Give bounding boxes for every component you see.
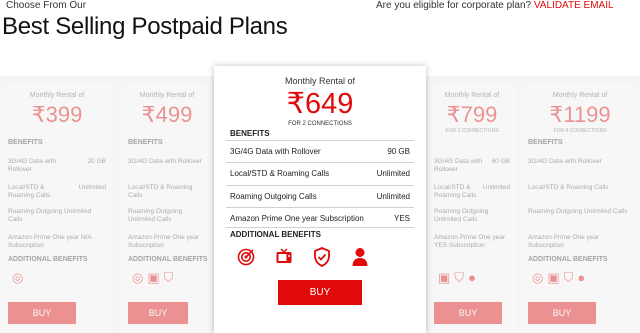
benefit-row-data: 3G/4G Data with Rollover 90 GB <box>230 147 410 156</box>
benefit-row-calls: Local/STD & Roaming Calls <box>128 184 193 199</box>
benefit-row-data: 3G/4G Data with Rollover <box>128 158 202 165</box>
additional-benefits-heading: ADDITIONAL BENEFITS <box>128 256 208 263</box>
plan-card-1199: Monthly Rental of ₹1199 FOR 4 CONNECTION… <box>522 84 638 333</box>
shield-icon: ⛉ <box>163 270 174 285</box>
plan-card-499: Monthly Rental of ₹499 BENEFITS 3G/4G Da… <box>122 84 212 333</box>
benefit-row-prime: Amazon Prime One year YES Subscription <box>434 234 506 249</box>
target-icon: ◎ <box>12 270 24 285</box>
target-icon <box>236 246 256 268</box>
additional-benefit-icons: ◎ <box>12 270 27 286</box>
monthly-rental-label: Monthly Rental of <box>552 92 608 99</box>
benefit-value: 90 GB <box>387 147 410 156</box>
shield-icon: ⛉ <box>563 270 574 285</box>
benefit-row-calls: Local/STD & Roaming Calls Unlimited <box>230 169 410 178</box>
benefit-value: Unlimited <box>78 184 106 191</box>
additional-benefits-heading: ADDITIONAL BENEFITS <box>230 230 321 239</box>
benefit-row-data: 3G/4G Data with Rollover 20 GB <box>8 158 106 174</box>
benefit-row-roaming: Roaming Outgoing Unlimited Calls <box>528 208 628 215</box>
benefit-value: Unlimited <box>376 192 410 201</box>
benefit-label: Amazon Prime One year Subscription <box>230 214 364 223</box>
benefit-row-data: 3G/4G Data with Rollover 60 GB <box>434 158 510 174</box>
benefit-label: 3G/4G Data with Rollover <box>8 158 57 173</box>
buy-button[interactable]: BUY <box>434 302 502 324</box>
benefit-label: Local/STD & Roaming Calls <box>230 169 330 178</box>
additional-benefit-icons: ◎ ▣ ⛉ ● <box>532 270 589 286</box>
additional-benefits-heading: ADDITIONAL BENEFITS <box>8 256 88 263</box>
page: Choose From Our Best Selling Postpaid Pl… <box>0 0 640 333</box>
additional-benefit-icons <box>232 246 412 270</box>
benefit-row-roaming: Roaming Outgoing Unlimited Calls <box>128 208 183 223</box>
buy-button[interactable]: BUY <box>278 280 362 305</box>
benefit-label: Local/STD & Roaming Calls <box>8 184 51 199</box>
benefits-heading: BENEFITS <box>8 139 43 146</box>
benefit-row-prime: Amazon Prime One year Subscription <box>528 234 600 249</box>
monthly-rental-label: Monthly Rental of <box>284 76 356 86</box>
benefit-row-calls: Local/STD & Roaming Calls Unlimited <box>434 184 510 200</box>
additional-benefit-icons: ◎ ▣ ⛉ <box>132 270 177 286</box>
benefits-heading: BENEFITS <box>528 139 563 146</box>
benefit-row-calls: Local/STD & Roaming Calls Unlimited <box>8 184 106 200</box>
benefit-row-roaming: Roaming Outgoing Unlimited Calls <box>8 208 92 223</box>
divider <box>226 185 414 186</box>
featured-plan-card: Monthly Rental of ₹649 FOR 2 CONNECTIONS… <box>214 66 426 333</box>
plan-card-799: Monthly Rental of ₹799 FOR 3 CONNECTIONS… <box>428 84 516 333</box>
benefit-label: 3G/4G Data with Rollover <box>434 158 483 173</box>
benefit-row-roaming: Roaming Outgoing Calls Unlimited <box>230 192 410 201</box>
corporate-question: Are you eligible for corporate plan? <box>376 0 532 11</box>
benefit-value: Unlimited <box>482 184 510 191</box>
benefit-row-prime: Amazon Prime One year Subscription <box>128 234 200 249</box>
plan-connections: FOR 3 CONNECTIONS <box>445 128 499 134</box>
tv-icon: ▣ <box>438 270 451 285</box>
monthly-rental-label: Monthly Rental of <box>29 92 85 99</box>
plan-connections: FOR 2 CONNECTIONS <box>288 121 352 127</box>
benefit-row-data: 3G/4G Data with Rollover <box>528 158 602 165</box>
plan-card-399: Monthly Rental of ₹399 BENEFITS 3G/4G Da… <box>2 84 112 333</box>
benefits-heading: BENEFITS <box>128 139 163 146</box>
person-icon: ● <box>468 270 476 285</box>
corporate-plan-prompt: Are you eligible for corporate plan? VAL… <box>376 0 614 11</box>
plan-price: ₹799 <box>446 102 498 127</box>
target-icon: ◎ <box>132 270 144 285</box>
person-icon: ● <box>577 270 586 285</box>
benefit-value: Unlimited <box>376 169 410 178</box>
additional-benefit-icons: ▣ ⛉ ● <box>438 270 480 286</box>
monthly-rental-label: Monthly Rental of <box>444 92 500 99</box>
person-icon <box>350 246 370 268</box>
benefit-row-prime: Amazon Prime One year Subscription YES <box>230 214 410 223</box>
benefit-label: 3G/4G Data with Rollover <box>230 147 321 156</box>
plan-connections: FOR 4 CONNECTIONS <box>553 128 607 134</box>
page-title: Best Selling Postpaid Plans <box>2 13 288 40</box>
tv-icon: ▣ <box>547 270 560 285</box>
section-eyebrow: Choose From Our <box>6 0 87 11</box>
benefit-label: Local/STD & Roaming Calls <box>434 184 477 199</box>
buy-button[interactable]: BUY <box>528 302 596 324</box>
benefit-value: YES <box>393 214 410 223</box>
tv-icon: ▣ <box>147 270 160 285</box>
benefit-row-calls: Local/STD & Roaming Calls <box>528 184 609 191</box>
divider <box>226 140 414 141</box>
benefits-heading: BENEFITS <box>230 129 270 138</box>
plan-price: ₹499 <box>141 102 193 127</box>
plan-price: ₹1199 <box>549 102 611 127</box>
additional-benefits-heading: ADDITIONAL BENEFITS <box>528 256 608 263</box>
tv-icon <box>274 246 294 268</box>
plan-price: ₹649 <box>286 88 354 120</box>
plan-price: ₹399 <box>31 102 83 127</box>
divider <box>226 162 414 163</box>
benefit-value: 60 GB <box>491 158 510 165</box>
buy-button[interactable]: BUY <box>8 302 76 324</box>
benefit-value: 20 GB <box>87 158 106 165</box>
monthly-rental-label: Monthly Rental of <box>139 92 195 99</box>
shield-icon: ⛉ <box>454 270 465 285</box>
validate-email-link[interactable]: VALIDATE EMAIL <box>534 0 614 11</box>
target-icon: ◎ <box>532 270 544 285</box>
shield-icon <box>312 246 332 268</box>
benefit-row-prime: Amazon Prime One year N/A Subscription <box>8 234 92 249</box>
divider <box>226 207 414 208</box>
benefit-label: Roaming Outgoing Calls <box>230 192 317 201</box>
divider <box>226 227 414 228</box>
buy-button[interactable]: BUY <box>128 302 188 324</box>
benefit-row-roaming: Roaming Outgoing Unlimited Calls <box>434 208 489 223</box>
